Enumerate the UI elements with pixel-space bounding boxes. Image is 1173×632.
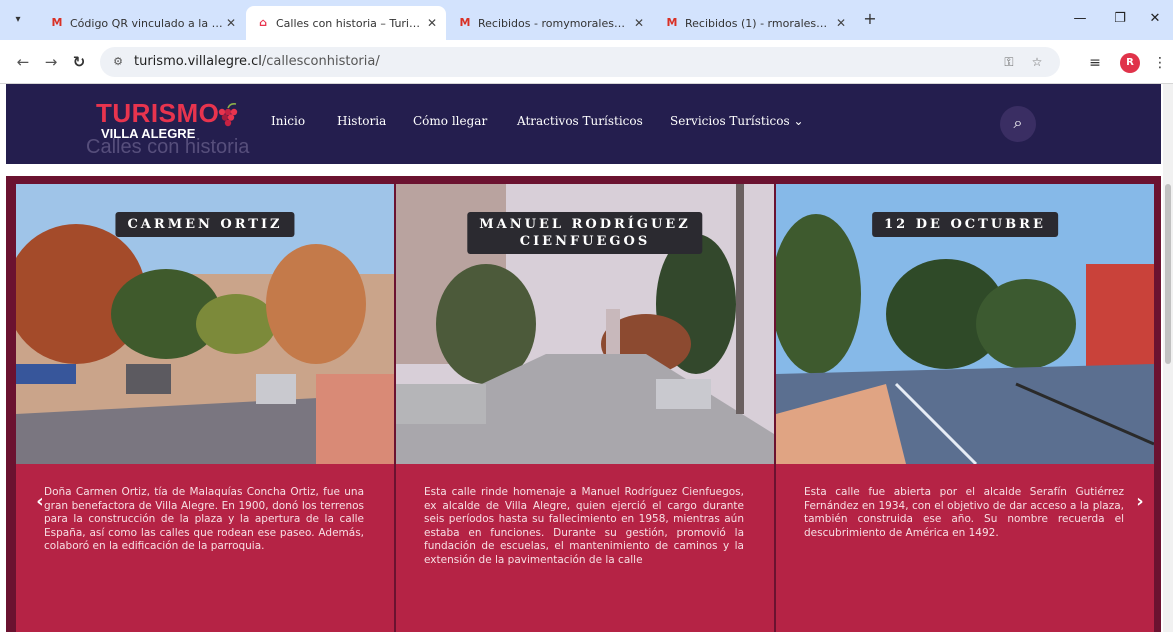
gmail-icon: M xyxy=(459,16,471,29)
reload-icon[interactable]: ↻ xyxy=(68,51,90,73)
slide-12-de-octubre: 12 DE OCTUBRE Esta calle fue abierta por… xyxy=(776,184,1154,632)
nav-historia[interactable]: Historia xyxy=(337,114,386,128)
password-key-icon[interactable]: ⚿ xyxy=(1000,54,1018,70)
scrollbar-thumb[interactable] xyxy=(1165,184,1171,364)
new-tab-plus-icon[interactable]: + xyxy=(860,9,880,29)
nav-como-llegar[interactable]: Cómo llegar xyxy=(413,114,487,128)
tab-recibidos-rmorales[interactable]: M Recibidos (1) - rmorales@villa ✕ xyxy=(655,6,855,40)
page-viewport: Calles con historia TURISMO VILLA ALEGRE… xyxy=(0,84,1173,632)
nav-servicios-turisticos[interactable]: Servicios Turísticos ⌄ xyxy=(670,114,804,128)
browser-tab-bar: ▾ M Código QR vinculado a la web ✕ ⌂ Cal… xyxy=(0,0,1173,40)
street-description: Esta calle fue abierta por el alcalde Se… xyxy=(804,486,1124,539)
gmail-icon: M xyxy=(666,16,678,29)
close-tab-icon[interactable]: ✕ xyxy=(833,16,849,30)
tab-title: Recibidos - romymoralesn25@ xyxy=(478,16,631,30)
tab-title: Código QR vinculado a la web xyxy=(70,16,223,30)
maximize-icon[interactable]: ❐ xyxy=(1100,8,1140,30)
url-domain: turismo.villalegre.cl xyxy=(134,54,262,69)
street-name-badge: CARMEN ORTIZ xyxy=(115,212,295,237)
street-description: Doña Carmen Ortiz, tía de Malaquías Conc… xyxy=(44,486,364,552)
forward-arrow-icon[interactable]: → xyxy=(40,51,62,73)
close-tab-icon[interactable]: ✕ xyxy=(223,16,239,30)
slide-carmen-ortiz: CARMEN ORTIZ Doña Carmen Ortiz, tía de M… xyxy=(16,184,394,632)
carousel-prev-arrow-icon[interactable]: ‹ xyxy=(32,492,48,512)
url-path: /callesconhistoria/ xyxy=(261,54,380,69)
streets-carousel: CARMEN ORTIZ Doña Carmen Ortiz, tía de M… xyxy=(6,176,1161,632)
tab-search-chevron-icon[interactable]: ▾ xyxy=(8,10,28,30)
close-tab-icon[interactable]: ✕ xyxy=(631,16,647,30)
tab-title: Calles con historia – Turismo e xyxy=(276,16,424,30)
minimize-icon[interactable]: — xyxy=(1060,8,1100,30)
back-arrow-icon[interactable]: ← xyxy=(12,51,34,73)
slide-manuel-rodriguez-cienfuegos: MANUEL RODRÍGUEZ CIENFUEGOS Esta calle r… xyxy=(396,184,774,632)
street-name-badge: 12 DE OCTUBRE xyxy=(872,212,1058,237)
site-info-icon[interactable]: ⚙ xyxy=(110,54,126,70)
carousel-next-arrow-icon[interactable]: › xyxy=(1132,492,1148,512)
url-text[interactable]: turismo.villalegre.cl/callesconhistoria/ xyxy=(134,54,380,69)
reading-list-icon[interactable]: ≡ xyxy=(1085,53,1105,73)
tab-title: Recibidos (1) - rmorales@villa xyxy=(685,16,833,30)
site-search-icon[interactable]: ⌕ xyxy=(1000,106,1036,142)
logo-sub-text: VILLA ALEGRE xyxy=(101,126,196,141)
profile-avatar[interactable]: R xyxy=(1120,53,1140,73)
site-icon: ⌂ xyxy=(259,16,267,29)
street-name-line-1: MANUEL RODRÍGUEZ xyxy=(479,217,691,232)
carousel-track: CARMEN ORTIZ Doña Carmen Ortiz, tía de M… xyxy=(16,184,1154,632)
street-description: Esta calle rinde homenaje a Manuel Rodrí… xyxy=(424,486,744,566)
logo-main-text: TURISMO xyxy=(96,98,220,128)
street-description-panel: Esta calle rinde homenaje a Manuel Rodrí… xyxy=(396,464,774,632)
page-scrollbar[interactable] xyxy=(1163,84,1173,632)
site-header: Calles con historia TURISMO VILLA ALEGRE… xyxy=(6,84,1161,164)
tab-qr-code[interactable]: M Código QR vinculado a la web ✕ xyxy=(40,6,245,40)
nav-atractivos-turisticos[interactable]: Atractivos Turísticos xyxy=(517,114,643,128)
more-menu-icon[interactable]: ⋮ xyxy=(1150,53,1170,73)
site-logo[interactable]: TURISMO VILLA ALEGRE xyxy=(96,98,256,148)
street-name-badge: MANUEL RODRÍGUEZ CIENFUEGOS xyxy=(467,212,703,254)
street-name-line-2: CIENFUEGOS xyxy=(519,234,651,249)
close-tab-icon[interactable]: ✕ xyxy=(424,16,440,30)
address-bar[interactable]: ⚙ turismo.villalegre.cl/callesconhistori… xyxy=(100,47,1060,77)
close-window-icon[interactable]: ✕ xyxy=(1135,8,1173,30)
grapes-icon xyxy=(218,103,238,127)
tab-calles-con-historia[interactable]: ⌂ Calles con historia – Turismo e ✕ xyxy=(246,6,446,40)
street-description-panel: Doña Carmen Ortiz, tía de Malaquías Conc… xyxy=(16,464,394,632)
tab-recibidos-romy[interactable]: M Recibidos - romymoralesn25@ ✕ xyxy=(448,6,653,40)
bookmark-star-icon[interactable]: ☆ xyxy=(1028,54,1046,70)
nav-inicio[interactable]: Inicio xyxy=(271,114,305,128)
gmail-icon: M xyxy=(51,16,63,29)
street-description-panel: Esta calle fue abierta por el alcalde Se… xyxy=(776,464,1154,632)
browser-toolbar: ← → ↻ ⚙ turismo.villalegre.cl/callesconh… xyxy=(0,40,1173,84)
